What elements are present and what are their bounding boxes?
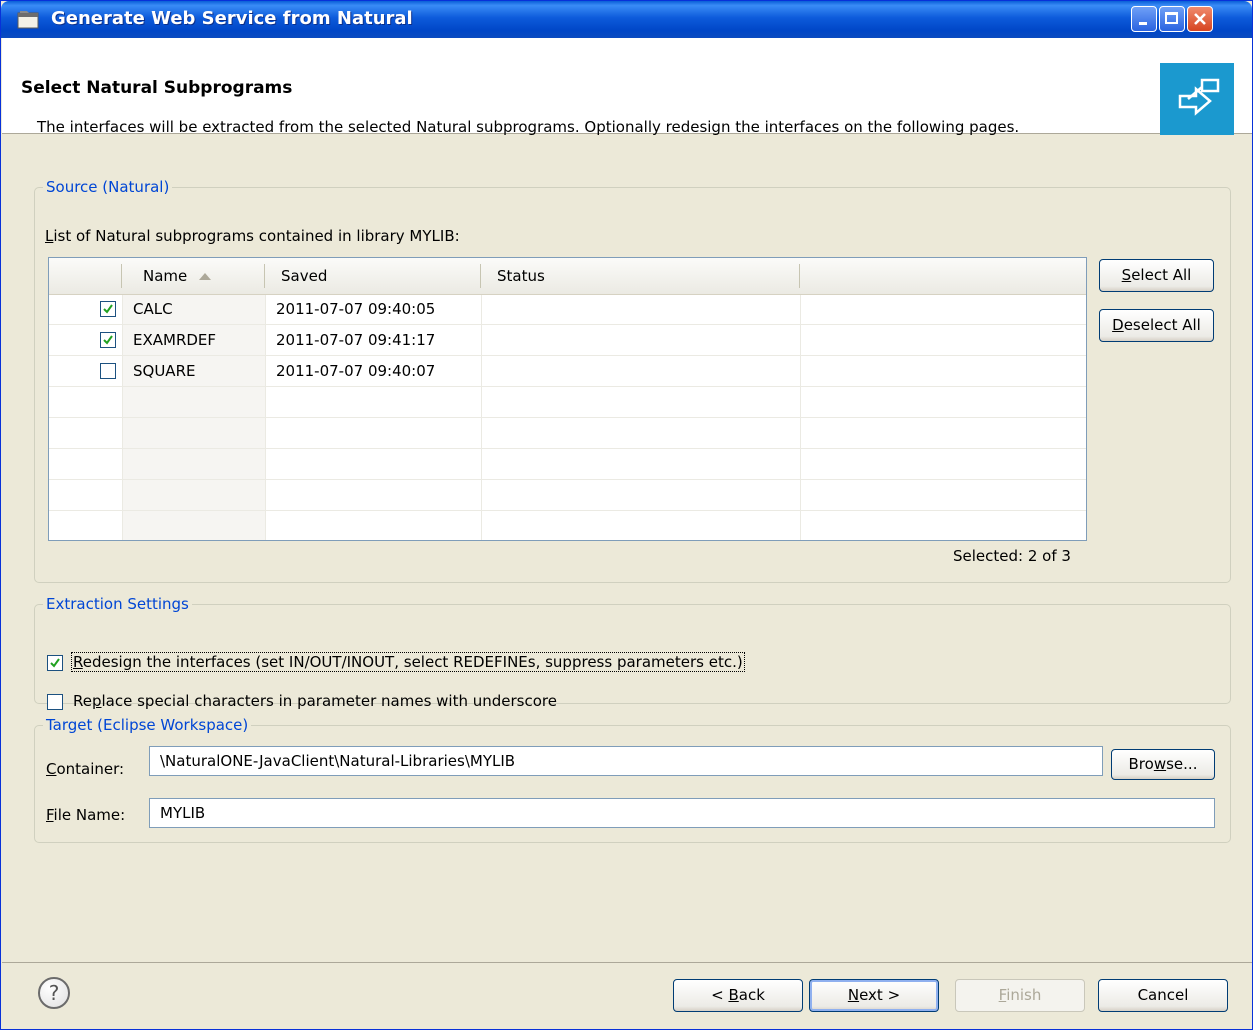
wizard-banner-image <box>1160 63 1234 135</box>
browse-button[interactable]: Browse... <box>1111 749 1215 780</box>
table-row-empty <box>49 511 1086 540</box>
subprogram-table[interactable]: Name Saved Status CALC 2011-07-07 09:40:… <box>48 257 1087 541</box>
table-row[interactable]: CALC 2011-07-07 09:40:05 <box>49 294 1086 325</box>
cancel-button[interactable]: Cancel <box>1098 979 1228 1012</box>
wizard-window: Generate Web Service from Natural Select… <box>0 0 1253 1030</box>
redesign-label[interactable]: Redesign the interfaces (set IN/OUT/INOU… <box>71 652 745 672</box>
deselect-all-button[interactable]: Deselect All <box>1099 309 1214 342</box>
minimize-button[interactable] <box>1131 6 1157 32</box>
replace-special-chars-checkbox[interactable] <box>47 694 63 710</box>
next-button[interactable]: Next > <box>809 979 939 1012</box>
table-header: Name Saved Status <box>49 258 1086 295</box>
exchange-arrows-icon <box>1178 78 1220 116</box>
file-name-input[interactable]: MYLIB <box>149 798 1215 828</box>
row-checkbox[interactable] <box>100 301 116 317</box>
row-checkbox[interactable] <box>100 363 116 379</box>
row-saved: 2011-07-07 09:40:07 <box>276 362 436 380</box>
maximize-button[interactable] <box>1159 6 1185 32</box>
close-icon <box>1194 13 1206 25</box>
column-header-status[interactable]: Status <box>497 258 545 294</box>
column-header-saved[interactable]: Saved <box>281 258 327 294</box>
redesign-checkbox[interactable] <box>47 655 63 671</box>
sort-ascending-icon <box>199 273 212 280</box>
checkmark-icon <box>103 304 113 314</box>
row-saved: 2011-07-07 09:40:05 <box>276 300 436 318</box>
table-row-empty <box>49 480 1086 511</box>
selected-count: Selected: 2 of 3 <box>953 547 1071 565</box>
row-name: SQUARE <box>133 362 196 380</box>
column-header-name[interactable]: Name <box>143 258 212 294</box>
title-bar[interactable]: Generate Web Service from Natural <box>1 1 1252 38</box>
row-checkbox[interactable] <box>100 332 116 348</box>
window-title: Generate Web Service from Natural <box>51 8 413 29</box>
table-row[interactable]: EXAMRDEF 2011-07-07 09:41:17 <box>49 325 1086 356</box>
checkmark-icon <box>50 658 60 668</box>
finish-button[interactable]: Finish <box>955 979 1085 1012</box>
table-row-empty <box>49 449 1086 480</box>
container-input[interactable]: \NaturalONE-JavaClient\Natural-Libraries… <box>149 746 1103 776</box>
select-all-button[interactable]: Select All <box>1099 259 1214 292</box>
table-row[interactable]: SQUARE 2011-07-07 09:40:07 <box>49 356 1086 387</box>
checkmark-icon <box>103 335 113 345</box>
subprogram-list-label: List of Natural subprograms contained in… <box>45 227 460 245</box>
help-icon[interactable]: ? <box>38 977 70 1009</box>
back-button[interactable]: < Back <box>673 979 803 1012</box>
file-name-label: File Name: <box>46 806 126 824</box>
row-name: EXAMRDEF <box>133 331 217 349</box>
replace-special-chars-label[interactable]: Replace special characters in parameter … <box>73 692 557 710</box>
row-saved: 2011-07-07 09:41:17 <box>276 331 436 349</box>
row-name: CALC <box>133 300 173 318</box>
window-app-icon <box>17 11 39 29</box>
container-label: Container: <box>46 760 125 778</box>
table-row-empty <box>49 418 1086 449</box>
source-group-label: Source (Natural) <box>43 178 173 196</box>
page-title: Select Natural Subprograms <box>21 78 293 98</box>
extraction-group-label: Extraction Settings <box>43 595 192 613</box>
page-description: The interfaces will be extracted from th… <box>37 118 1020 136</box>
close-button[interactable] <box>1187 6 1213 32</box>
table-row-empty <box>49 387 1086 418</box>
target-group-label: Target (Eclipse Workspace) <box>43 716 252 734</box>
